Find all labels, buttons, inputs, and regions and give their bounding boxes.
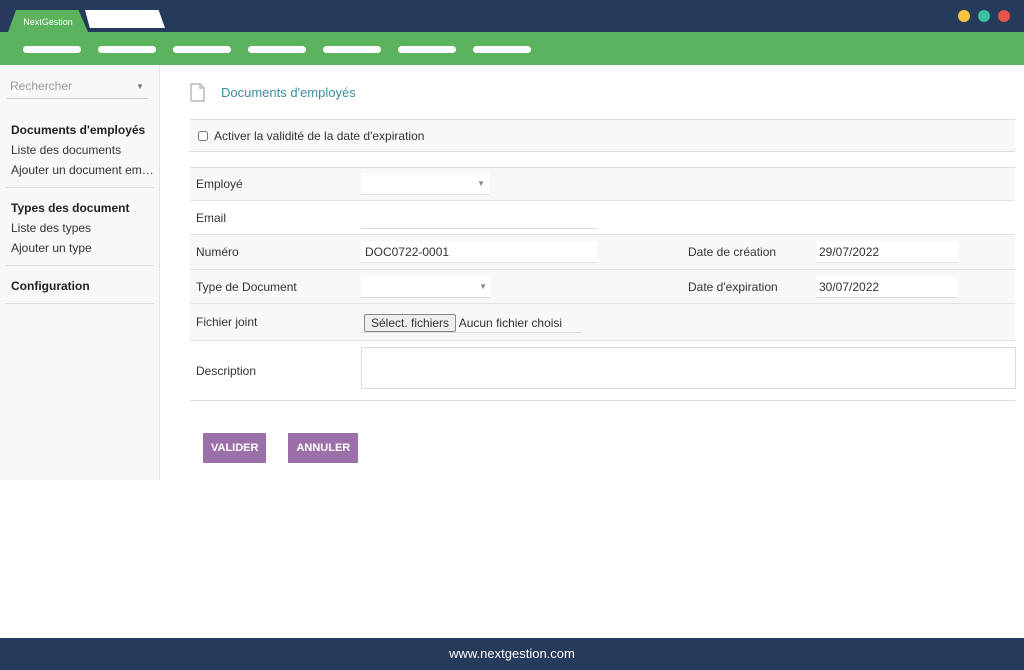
type-document-select[interactable]: ▼ [361, 275, 491, 298]
sidebar-section-types[interactable]: Types des document [11, 201, 155, 215]
title-bar: NextGestion [0, 0, 1024, 32]
numero-input[interactable]: DOC0722-0001 [361, 241, 597, 263]
minimize-dot-icon[interactable] [958, 10, 970, 22]
nav-bar [0, 32, 1024, 65]
employe-label: Employé [196, 177, 243, 191]
nav-item-1[interactable] [23, 46, 81, 53]
nav-item-6[interactable] [398, 46, 456, 53]
file-input: Sélect. fichiers Aucun fichier choisi [361, 311, 581, 333]
file-status: Aucun fichier choisi [458, 316, 563, 330]
sidebar: Rechercher ▼ Documents d'employés Liste d… [0, 65, 160, 480]
employe-select[interactable]: ▼ [361, 173, 489, 195]
document-form: Employé ▼ Email Numéro DOC0722-0001 Date… [190, 167, 1016, 401]
expiration-validity-label: Activer la validité de la date d'expirat… [214, 128, 425, 143]
sidebar-section-documents[interactable]: Documents d'employés [11, 123, 155, 137]
footer: www.nextgestion.com [0, 638, 1024, 670]
sidebar-item-ajouter-document[interactable]: Ajouter un document em… [11, 163, 155, 177]
nav-item-5[interactable] [323, 46, 381, 53]
maximize-dot-icon[interactable] [978, 10, 990, 22]
chevron-down-icon: ▼ [477, 179, 485, 188]
type-document-label: Type de Document [196, 279, 297, 294]
sidebar-item-ajouter-type[interactable]: Ajouter un type [11, 241, 155, 255]
blank-tab[interactable] [85, 10, 165, 28]
search-placeholder: Rechercher [10, 79, 73, 93]
date-creation-input[interactable]: 29/07/2022 [816, 241, 958, 263]
sidebar-search[interactable]: Rechercher ▼ [7, 79, 148, 99]
annuler-button[interactable]: ANNULER [288, 433, 359, 463]
page-title: Documents d'employés [221, 84, 356, 100]
date-expiration-input[interactable]: 30/07/2022 [816, 275, 958, 298]
email-input[interactable] [361, 207, 597, 229]
sidebar-item-liste-documents[interactable]: Liste des documents [11, 143, 155, 157]
nav-item-4[interactable] [248, 46, 306, 53]
description-label: Description [196, 363, 257, 378]
app-tab[interactable]: NextGestion [8, 10, 88, 32]
chevron-down-icon: ▼ [136, 82, 144, 91]
expiration-validity-checkbox[interactable] [198, 130, 208, 141]
sidebar-section-configuration[interactable]: Configuration [11, 279, 155, 293]
nav-item-7[interactable] [473, 46, 531, 53]
date-creation-label: Date de création [688, 245, 777, 259]
divider [5, 303, 154, 304]
numero-label: Numéro [196, 245, 239, 259]
document-icon [190, 82, 205, 102]
chevron-down-icon: ▼ [479, 281, 487, 291]
divider [5, 187, 154, 188]
divider [5, 265, 154, 266]
description-textarea[interactable] [361, 347, 1016, 389]
nav-item-2[interactable] [98, 46, 156, 53]
select-files-button[interactable]: Sélect. fichiers [364, 314, 457, 332]
date-expiration-label: Date d'expiration [688, 279, 778, 294]
email-label: Email [196, 210, 227, 225]
footer-url[interactable]: www.nextgestion.com [449, 646, 575, 661]
close-dot-icon[interactable] [998, 10, 1010, 22]
fichier-label: Fichier joint [196, 315, 258, 329]
sidebar-item-liste-types[interactable]: Liste des types [11, 221, 155, 235]
main-content: Documents d'employés Activer la validité… [190, 65, 1016, 401]
expiration-validity-row: Activer la validité de la date d'expirat… [190, 119, 1015, 152]
nav-item-3[interactable] [173, 46, 231, 53]
valider-button[interactable]: VALIDER [203, 433, 267, 463]
